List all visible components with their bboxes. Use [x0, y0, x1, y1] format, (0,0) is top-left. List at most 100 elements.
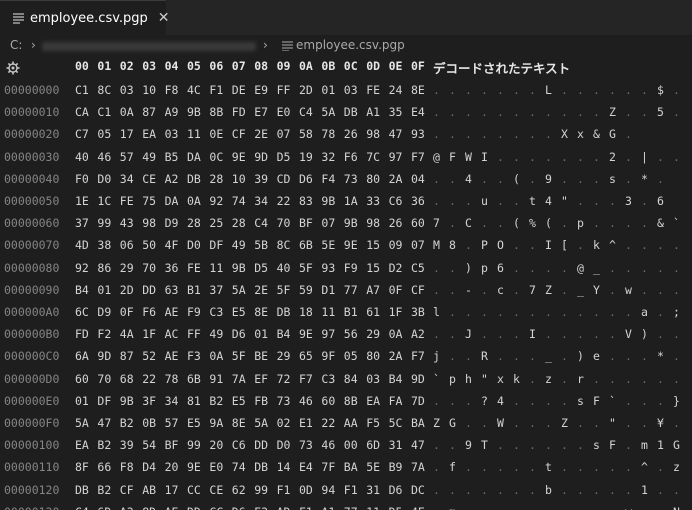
decoded-char[interactable]: . [509, 150, 524, 164]
decoded-char[interactable]: . [605, 327, 620, 341]
decoded-char[interactable]: . [589, 305, 604, 319]
decoded-char[interactable]: Y [589, 283, 604, 297]
hex-byte[interactable]: 0A [389, 327, 403, 341]
decoded-char[interactable]: . [621, 372, 636, 386]
hex-byte[interactable]: B5 [165, 150, 179, 164]
hex-byte[interactable]: 15 [366, 238, 380, 252]
hex-byte[interactable]: 09 [389, 238, 403, 252]
decoded-char[interactable]: P [477, 238, 492, 252]
gear-icon[interactable] [6, 60, 20, 75]
hex-byte[interactable]: 5C [389, 416, 403, 430]
hex-byte[interactable]: 52 [142, 349, 156, 363]
hex-byte[interactable]: 17 [165, 483, 179, 497]
decoded-char[interactable]: . [621, 238, 636, 252]
decoded-char[interactable]: . [509, 261, 524, 275]
decoded-char[interactable]: Z [605, 105, 620, 119]
decoded-char[interactable]: . [509, 127, 524, 141]
hex-byte[interactable]: 7C [366, 150, 380, 164]
decoded-char[interactable]: . [653, 283, 668, 297]
hex-byte[interactable]: 39 [254, 172, 268, 186]
decoded-char[interactable]: . [493, 216, 508, 230]
hex-byte[interactable]: 8C [277, 238, 291, 252]
decoded-char[interactable]: . [557, 172, 572, 186]
decoded-char[interactable]: . [477, 83, 492, 97]
hex-byte[interactable]: F8 [120, 460, 134, 474]
hex-byte[interactable]: B1 [187, 283, 201, 297]
decoded-char[interactable]: . [429, 438, 444, 452]
hex-byte[interactable]: 03 [366, 372, 380, 386]
hex-byte[interactable]: 20 [165, 460, 179, 474]
hex-byte[interactable]: 36 [165, 261, 179, 275]
hex-byte[interactable]: FA [389, 394, 403, 408]
decoded-char[interactable]: . [493, 105, 508, 119]
hex-byte[interactable]: 31 [366, 483, 380, 497]
hex-byte[interactable]: 3F [142, 394, 156, 408]
decoded-char[interactable]: @ [573, 261, 588, 275]
hex-byte[interactable]: 03 [120, 83, 134, 97]
decoded-char[interactable]: h [461, 372, 476, 386]
hex-byte[interactable]: 57 [120, 150, 134, 164]
hex-byte[interactable]: F4 [321, 172, 335, 186]
decoded-char[interactable]: ( [509, 172, 524, 186]
hex-byte[interactable]: 70 [97, 372, 111, 386]
hex-byte[interactable]: C5 [411, 261, 425, 275]
hex-byte[interactable]: C7 [75, 127, 89, 141]
decoded-char[interactable]: . [477, 305, 492, 319]
hex-byte[interactable]: 94 [321, 483, 335, 497]
decoded-char[interactable]: 1 [653, 438, 668, 452]
decoded-char[interactable]: . [525, 172, 540, 186]
hex-byte[interactable]: 70 [277, 216, 291, 230]
tab-employee-csv-pgp[interactable]: employee.csv.pgp ✕ [0, 0, 170, 35]
decoded-char[interactable]: L [541, 83, 556, 97]
decoded-char[interactable]: . [605, 216, 620, 230]
decoded-char[interactable]: . [525, 372, 540, 386]
decoded-char[interactable]: . [509, 483, 524, 497]
hex-byte[interactable]: CE [209, 483, 223, 497]
decoded-char[interactable]: . [525, 238, 540, 252]
decoded-char[interactable]: . [445, 349, 460, 363]
hex-byte[interactable]: 0C [209, 150, 223, 164]
decoded-char[interactable]: ` [605, 394, 620, 408]
decoded-char[interactable]: . [573, 460, 588, 474]
decoded-char[interactable]: x [493, 372, 508, 386]
decoded-char[interactable]: w [621, 283, 636, 297]
hex-byte[interactable]: 6C [75, 305, 89, 319]
decoded-char[interactable]: 9 [461, 438, 476, 452]
hex-editor[interactable]: デコードされたテキスト 00 01 02 03 04 05 06 07 08 09 0A 0B 0C 0D… [0, 57, 692, 510]
decoded-char[interactable]: I [477, 150, 492, 164]
hex-byte[interactable]: 97 [389, 150, 403, 164]
hex-byte[interactable]: E5 [232, 305, 246, 319]
decoded-char[interactable]: . [493, 327, 508, 341]
hex-byte[interactable]: FD [75, 327, 89, 341]
decoded-char[interactable]: p [477, 261, 492, 275]
decoded-char[interactable]: . [653, 238, 668, 252]
decoded-char[interactable]: . [445, 127, 460, 141]
hex-byte[interactable]: 73 [277, 394, 291, 408]
decoded-char[interactable]: . [605, 305, 620, 319]
hex-byte[interactable]: 1A [344, 194, 358, 208]
decoded-char[interactable]: r [573, 372, 588, 386]
hex-byte[interactable]: DE [232, 83, 246, 97]
hex-byte[interactable]: 60 [321, 394, 335, 408]
hex-byte[interactable]: 78 [165, 372, 179, 386]
decoded-char[interactable]: . [493, 460, 508, 474]
decoded-char[interactable]: . [653, 394, 668, 408]
decoded-char[interactable]: . [509, 105, 524, 119]
decoded-char[interactable]: . [621, 483, 636, 497]
decoded-char[interactable]: . [509, 438, 524, 452]
hex-byte[interactable]: 8E [232, 416, 246, 430]
decoded-char[interactable]: . [493, 305, 508, 319]
decoded-char[interactable]: . [621, 83, 636, 97]
decoded-char[interactable]: . [461, 460, 476, 474]
decoded-char[interactable]: . [477, 460, 492, 474]
hex-byte[interactable]: 5A [232, 283, 246, 297]
decoded-char[interactable]: . [509, 305, 524, 319]
decoded-char[interactable]: . [637, 505, 652, 510]
hex-byte[interactable]: 00 [344, 438, 358, 452]
decoded-char[interactable]: . [493, 83, 508, 97]
hex-byte[interactable]: 02 [277, 416, 291, 430]
hex-byte[interactable]: 7D [411, 394, 425, 408]
hex-byte[interactable]: DF [97, 394, 111, 408]
hex-byte[interactable]: E4 [299, 460, 313, 474]
decoded-char[interactable]: . [557, 349, 572, 363]
